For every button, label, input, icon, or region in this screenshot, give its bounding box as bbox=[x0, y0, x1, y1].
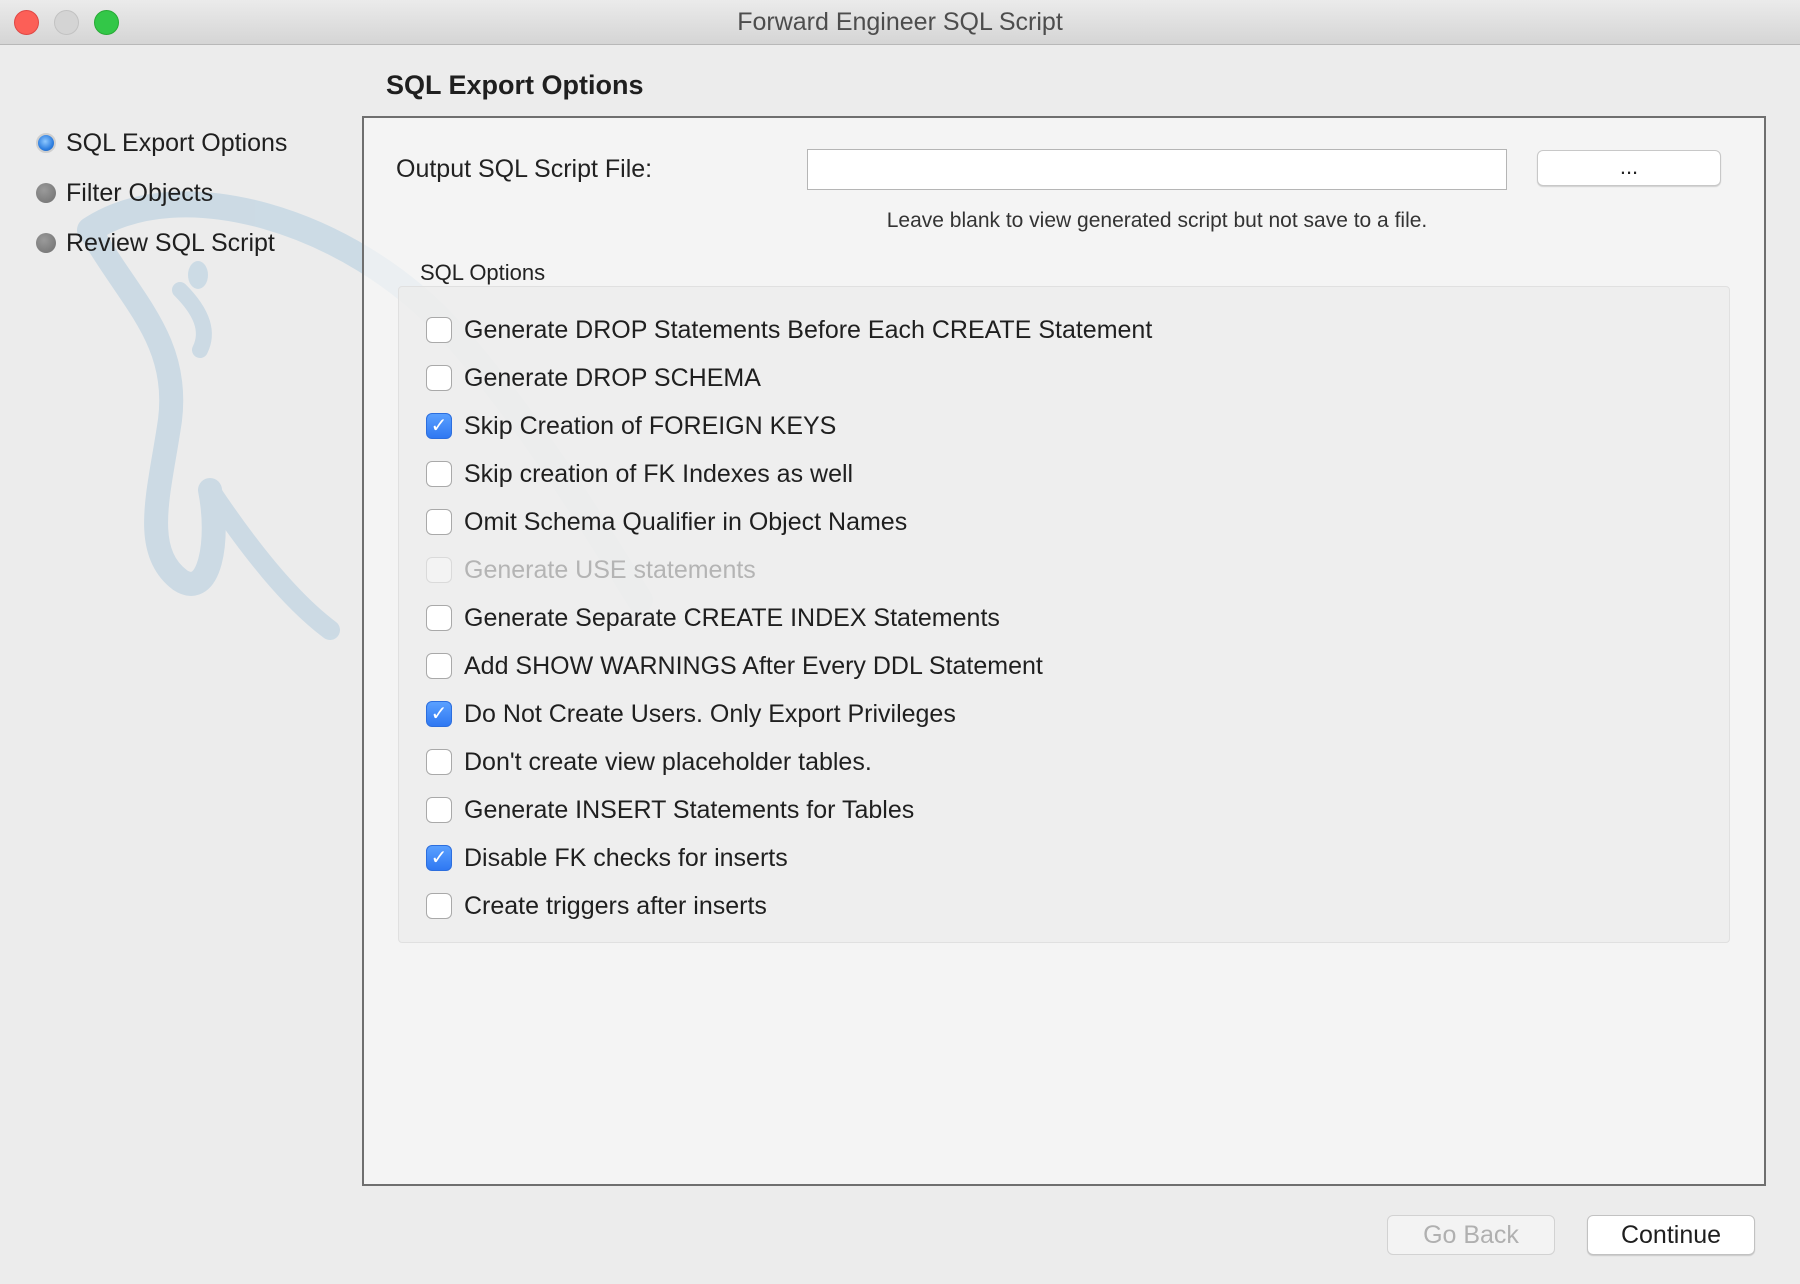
step-label: Filter Objects bbox=[66, 178, 214, 207]
checkbox[interactable] bbox=[426, 893, 452, 919]
option-label: Generate DROP Statements Before Each CRE… bbox=[464, 315, 1153, 344]
checkbox[interactable] bbox=[426, 509, 452, 535]
option-generate-inserts[interactable]: Generate INSERT Statements for Tables bbox=[426, 786, 1152, 834]
step-indicator-icon bbox=[36, 233, 56, 253]
option-create-triggers-after-inserts[interactable]: Create triggers after inserts bbox=[426, 882, 1152, 930]
step-active-indicator-icon bbox=[36, 133, 56, 153]
wizard-steps: SQL Export Options Filter Objects Review… bbox=[36, 118, 287, 268]
checkbox[interactable] bbox=[426, 461, 452, 487]
go-back-button: Go Back bbox=[1387, 1215, 1555, 1255]
forward-engineer-window: Forward Engineer SQL Script SQL Export O… bbox=[0, 0, 1800, 1284]
sql-options-list: Generate DROP Statements Before Each CRE… bbox=[426, 306, 1152, 930]
option-label: Skip Creation of FOREIGN KEYS bbox=[464, 411, 837, 440]
output-file-label: Output SQL Script File: bbox=[396, 155, 653, 183]
option-label: Generate USE statements bbox=[464, 555, 756, 584]
browse-button[interactable]: ... bbox=[1537, 150, 1721, 186]
window-title: Forward Engineer SQL Script bbox=[737, 8, 1063, 36]
checkbox[interactable] bbox=[426, 605, 452, 631]
option-label: Do Not Create Users. Only Export Privile… bbox=[464, 699, 956, 728]
sql-options-legend: SQL Options bbox=[420, 260, 546, 285]
checkbox[interactable]: ✓ bbox=[426, 701, 452, 727]
step-filter-objects[interactable]: Filter Objects bbox=[36, 168, 287, 218]
output-file-hint: Leave blank to view generated script but… bbox=[886, 209, 1428, 232]
output-file-input[interactable] bbox=[807, 149, 1507, 190]
option-show-warnings[interactable]: Add SHOW WARNINGS After Every DDL Statem… bbox=[426, 642, 1152, 690]
option-label: Skip creation of FK Indexes as well bbox=[464, 459, 854, 488]
checkbox[interactable] bbox=[426, 653, 452, 679]
option-label: Add SHOW WARNINGS After Every DDL Statem… bbox=[464, 651, 1043, 680]
step-sql-export-options[interactable]: SQL Export Options bbox=[36, 118, 287, 168]
title-bar[interactable]: Forward Engineer SQL Script bbox=[0, 0, 1800, 45]
step-label: SQL Export Options bbox=[66, 128, 288, 157]
continue-button[interactable]: Continue bbox=[1587, 1215, 1755, 1255]
option-disable-fk-checks[interactable]: ✓ Disable FK checks for inserts bbox=[426, 834, 1152, 882]
option-omit-schema-qualifier[interactable]: Omit Schema Qualifier in Object Names bbox=[426, 498, 1152, 546]
option-label: Omit Schema Qualifier in Object Names bbox=[464, 507, 908, 536]
step-label: Review SQL Script bbox=[66, 228, 275, 257]
option-separate-create-index[interactable]: Generate Separate CREATE INDEX Statement… bbox=[426, 594, 1152, 642]
option-label: Generate Separate CREATE INDEX Statement… bbox=[464, 603, 1000, 632]
step-review-sql-script[interactable]: Review SQL Script bbox=[36, 218, 287, 268]
option-generate-drop-schema[interactable]: Generate DROP SCHEMA bbox=[426, 354, 1152, 402]
option-label: Create triggers after inserts bbox=[464, 891, 767, 920]
checkbox[interactable] bbox=[426, 797, 452, 823]
checkbox[interactable] bbox=[426, 749, 452, 775]
option-label: Disable FK checks for inserts bbox=[464, 843, 788, 872]
step-indicator-icon bbox=[36, 183, 56, 203]
option-skip-fk-indexes[interactable]: Skip creation of FK Indexes as well bbox=[426, 450, 1152, 498]
option-generate-drop-statements[interactable]: Generate DROP Statements Before Each CRE… bbox=[426, 306, 1152, 354]
checkbox[interactable] bbox=[426, 365, 452, 391]
checkbox[interactable]: ✓ bbox=[426, 413, 452, 439]
page-title: SQL Export Options bbox=[386, 70, 644, 100]
option-label: Don't create view placeholder tables. bbox=[464, 747, 872, 776]
option-do-not-create-users[interactable]: ✓ Do Not Create Users. Only Export Privi… bbox=[426, 690, 1152, 738]
checkbox[interactable] bbox=[426, 317, 452, 343]
option-no-view-placeholders[interactable]: Don't create view placeholder tables. bbox=[426, 738, 1152, 786]
option-skip-foreign-keys[interactable]: ✓ Skip Creation of FOREIGN KEYS bbox=[426, 402, 1152, 450]
checkbox[interactable]: ✓ bbox=[426, 845, 452, 871]
checkbox bbox=[426, 557, 452, 583]
option-label: Generate INSERT Statements for Tables bbox=[464, 795, 915, 824]
option-label: Generate DROP SCHEMA bbox=[464, 363, 761, 392]
option-generate-use-statements: Generate USE statements bbox=[426, 546, 1152, 594]
